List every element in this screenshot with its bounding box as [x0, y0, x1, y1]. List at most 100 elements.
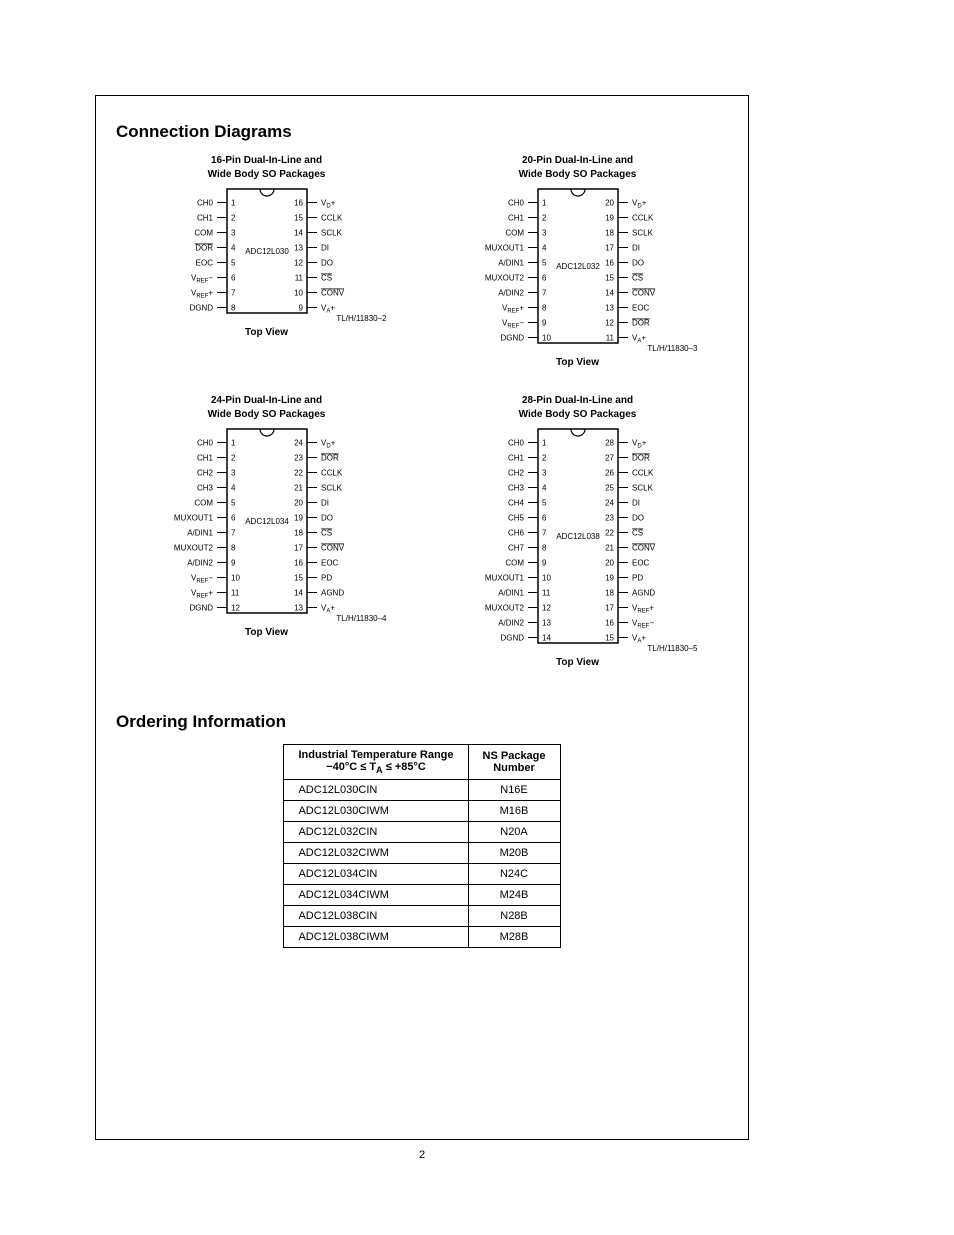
top-view-label: Top View	[427, 657, 728, 668]
svg-text:12: 12	[542, 604, 551, 613]
order-row: ADC12L038CIWMM28B	[284, 927, 560, 948]
svg-text:8: 8	[542, 304, 547, 313]
svg-text:16: 16	[605, 619, 614, 628]
package-title: 28-Pin Dual-In-Line andWide Body SO Pack…	[427, 394, 728, 421]
svg-text:VREF−: VREF−	[190, 274, 212, 285]
order-part: ADC12L030CIN	[284, 780, 468, 801]
top-view-label: Top View	[116, 327, 417, 338]
svg-text:2: 2	[231, 214, 236, 223]
svg-text:13: 13	[605, 304, 614, 313]
order-part: ADC12L032CIWM	[284, 843, 468, 864]
svg-text:VREF−: VREF−	[190, 574, 212, 585]
svg-text:VD+: VD+	[321, 439, 336, 450]
svg-text:MUXOUT1: MUXOUT1	[484, 244, 524, 253]
svg-text:3: 3	[542, 229, 547, 238]
svg-text:26: 26	[605, 469, 614, 478]
chip-outline: ADC12L0381CH02CH13CH24CH35CH46CH57CH68CH…	[468, 427, 688, 651]
svg-text:CH0: CH0	[507, 439, 524, 448]
svg-text:VREF+: VREF+	[632, 604, 654, 615]
package-diagram: 16-Pin Dual-In-Line andWide Body SO Pack…	[116, 154, 417, 368]
svg-text:14: 14	[542, 634, 551, 643]
svg-text:17: 17	[605, 244, 614, 253]
svg-text:7: 7	[542, 529, 547, 538]
package-diagram: 28-Pin Dual-In-Line andWide Body SO Pack…	[427, 394, 728, 668]
svg-text:1: 1	[231, 439, 236, 448]
svg-text:EOC: EOC	[632, 559, 650, 568]
svg-text:VA+: VA+	[632, 634, 646, 645]
svg-text:5: 5	[231, 499, 236, 508]
svg-text:DOR: DOR	[195, 244, 213, 253]
svg-text:15: 15	[294, 214, 303, 223]
svg-text:24: 24	[605, 499, 614, 508]
svg-text:15: 15	[605, 274, 614, 283]
svg-text:8: 8	[231, 544, 236, 553]
svg-text:VREF+: VREF+	[190, 589, 212, 600]
svg-text:20: 20	[605, 199, 614, 208]
order-part: ADC12L038CIWM	[284, 927, 468, 948]
chip-outline: ADC12L0321CH02CH13COM4MUXOUT15A/DIN16MUX…	[468, 187, 688, 351]
package-title: 16-Pin Dual-In-Line andWide Body SO Pack…	[116, 154, 417, 181]
svg-text:3: 3	[231, 469, 236, 478]
svg-text:28: 28	[605, 439, 614, 448]
svg-text:13: 13	[294, 244, 303, 253]
svg-text:16: 16	[605, 259, 614, 268]
svg-text:VD+: VD+	[632, 199, 647, 210]
svg-text:24: 24	[294, 439, 303, 448]
order-pkg: N20A	[468, 822, 560, 843]
svg-text:MUXOUT2: MUXOUT2	[484, 604, 524, 613]
svg-text:PD: PD	[321, 574, 332, 583]
order-part: ADC12L034CIWM	[284, 885, 468, 906]
order-pkg: M16B	[468, 801, 560, 822]
svg-text:CH3: CH3	[196, 484, 213, 493]
svg-text:ADC12L030: ADC12L030	[245, 247, 289, 256]
svg-text:DO: DO	[632, 514, 644, 523]
svg-text:4: 4	[231, 484, 236, 493]
svg-text:1: 1	[542, 439, 547, 448]
svg-text:DO: DO	[321, 514, 333, 523]
package-diagram: 20-Pin Dual-In-Line andWide Body SO Pack…	[427, 154, 728, 368]
svg-text:9: 9	[298, 304, 303, 313]
svg-text:DI: DI	[321, 244, 329, 253]
svg-text:CH0: CH0	[507, 199, 524, 208]
svg-text:8: 8	[542, 544, 547, 553]
svg-text:11: 11	[542, 589, 551, 598]
svg-text:17: 17	[294, 544, 303, 553]
svg-text:3: 3	[542, 469, 547, 478]
svg-text:MUXOUT2: MUXOUT2	[484, 274, 524, 283]
svg-text:EOC: EOC	[321, 559, 339, 568]
svg-text:10: 10	[294, 289, 303, 298]
svg-text:25: 25	[605, 484, 614, 493]
svg-text:DGND: DGND	[500, 334, 524, 343]
chip-outline: ADC12L0301CH02CH13COM4DOR5EOC6VREF−7VREF…	[157, 187, 377, 321]
svg-text:5: 5	[542, 259, 547, 268]
svg-text:CH4: CH4	[507, 499, 524, 508]
svg-text:CH5: CH5	[507, 514, 524, 523]
svg-text:21: 21	[605, 544, 614, 553]
svg-text:4: 4	[542, 484, 547, 493]
svg-text:CH1: CH1	[507, 214, 524, 223]
svg-text:14: 14	[294, 589, 303, 598]
svg-text:22: 22	[294, 469, 303, 478]
svg-text:11: 11	[231, 589, 240, 598]
svg-text:SCLK: SCLK	[321, 484, 343, 493]
order-pkg: N24C	[468, 864, 560, 885]
svg-text:A/DIN1: A/DIN1	[187, 529, 213, 538]
svg-text:22: 22	[605, 529, 614, 538]
figure-reference: TL/H/11830–4	[336, 614, 386, 623]
svg-text:COM: COM	[505, 559, 524, 568]
svg-text:2: 2	[542, 454, 547, 463]
svg-text:14: 14	[605, 289, 614, 298]
order-head-pkg: NS Package Number	[468, 745, 560, 780]
order-part: ADC12L038CIN	[284, 906, 468, 927]
svg-text:16: 16	[294, 559, 303, 568]
order-row: ADC12L030CINN16E	[284, 780, 560, 801]
svg-text:CCLK: CCLK	[632, 214, 654, 223]
svg-text:VREF−: VREF−	[632, 619, 654, 630]
svg-text:27: 27	[605, 454, 614, 463]
svg-text:DGND: DGND	[500, 634, 524, 643]
svg-text:6: 6	[231, 514, 236, 523]
order-part: ADC12L030CIWM	[284, 801, 468, 822]
page-number: 2	[96, 1149, 748, 1161]
svg-text:19: 19	[605, 214, 614, 223]
svg-text:EOC: EOC	[195, 259, 213, 268]
